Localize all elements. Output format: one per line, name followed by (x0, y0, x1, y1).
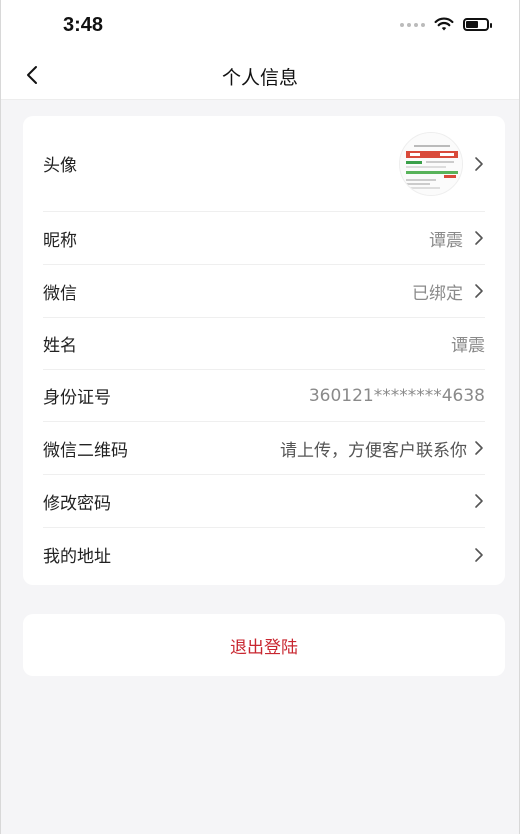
battery-icon (463, 18, 492, 31)
nav-bar: 个人信息 (1, 50, 519, 100)
chevron-right-icon (473, 283, 485, 299)
wechat-label: 微信 (43, 283, 77, 304)
id-number-row: 身份证号 360121********4638 (43, 370, 485, 422)
nickname-label: 昵称 (43, 230, 77, 251)
wechat-qr-row[interactable]: 微信二维码 请上传，方便客户联系你 (43, 422, 485, 475)
change-password-label: 修改密码 (43, 493, 111, 514)
chevron-right-icon (473, 547, 485, 563)
id-number-label: 身份证号 (43, 388, 111, 408)
status-bar: 3:48 (1, 0, 519, 50)
profile-card: 头像 昵称 谭震 微信 已绑定 姓名 谭震 身份证号 360121*******… (23, 116, 505, 585)
status-time: 3:48 (63, 14, 104, 36)
name-row: 姓名 谭震 (43, 318, 485, 370)
avatar[interactable] (399, 131, 463, 196)
chevron-right-icon (473, 156, 485, 172)
signal-icon (400, 22, 425, 27)
id-number-value: 360121********4638 (308, 385, 485, 406)
wechat-value: 已绑定 (412, 283, 463, 304)
phone-screen: 3:48 个人信息 头像 昵称 谭震 微信 已绑定 姓名 谭震 身份证号 360… (0, 0, 520, 834)
nickname-value: 谭震 (429, 230, 463, 251)
wechat-qr-label: 微信二维码 (43, 440, 128, 461)
nickname-row[interactable]: 昵称 谭震 (43, 212, 485, 265)
address-label: 我的地址 (43, 547, 111, 567)
chevron-right-icon (473, 230, 485, 246)
status-icons (400, 17, 492, 32)
wechat-qr-value: 请上传，方便客户联系你 (280, 440, 467, 461)
address-row[interactable]: 我的地址 (43, 528, 485, 581)
chevron-right-icon (473, 493, 485, 509)
name-value: 谭震 (451, 336, 485, 356)
logout-label: 退出登陆 (230, 637, 298, 658)
avatar-label: 头像 (43, 156, 77, 176)
wifi-icon (434, 17, 454, 31)
page-title: 个人信息 (221, 67, 298, 89)
logout-button[interactable]: 退出登陆 (23, 614, 505, 676)
change-password-row[interactable]: 修改密码 (43, 475, 485, 528)
name-label: 姓名 (43, 336, 77, 356)
avatar-row[interactable]: 头像 (43, 116, 485, 212)
wechat-row[interactable]: 微信 已绑定 (43, 265, 485, 318)
chevron-right-icon (473, 440, 485, 456)
avatar-image (400, 132, 462, 195)
